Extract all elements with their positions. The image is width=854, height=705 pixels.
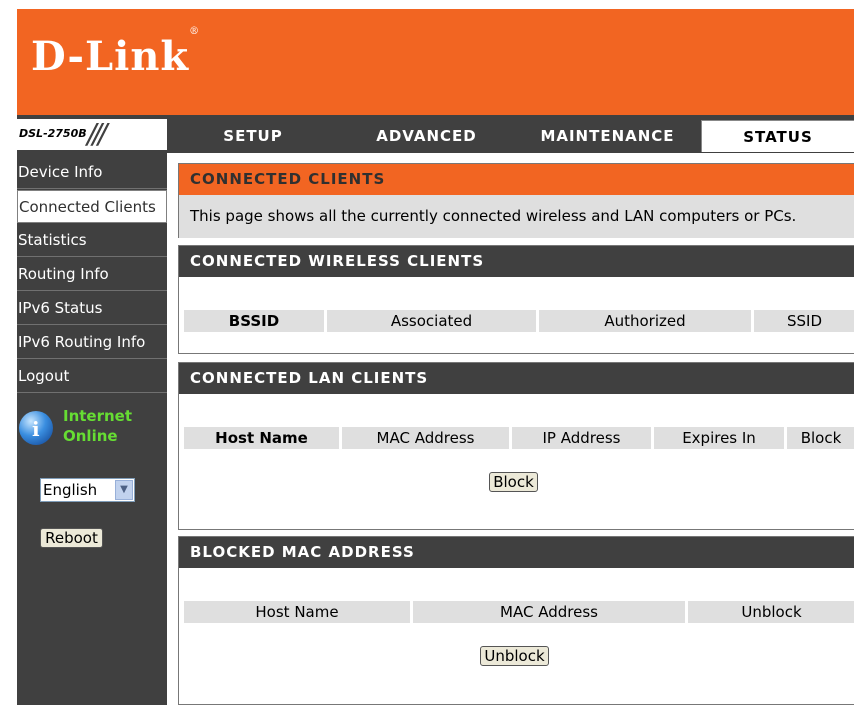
column-header-expires-in: Expires In (654, 427, 784, 449)
panel-title: BLOCKED MAC ADDRESS (179, 537, 854, 568)
sidebar-item-connected-clients[interactable]: Connected Clients (17, 190, 167, 223)
main-content: CONNECTED CLIENTS This page shows all th… (178, 153, 854, 705)
panel-title: CONNECTED CLIENTS (179, 164, 854, 195)
reboot-button[interactable]: Reboot (40, 528, 103, 548)
internet-globe-icon: i (19, 411, 53, 445)
page-description: This page shows all the currently connec… (190, 207, 797, 225)
column-header-unblock: Unblock (688, 601, 854, 623)
sidebar-item-ipv6-routing-info[interactable]: IPv6 Routing Info (17, 326, 167, 359)
sidebar-item-logout[interactable]: Logout (17, 360, 167, 393)
column-header-host-name: Host Name (184, 427, 339, 449)
sidebar-item-device-info[interactable]: Device Info (17, 156, 167, 189)
lan-clients-panel: CONNECTED LAN CLIENTS Host Name MAC Addr… (178, 362, 854, 530)
column-header-bssid: BSSID (184, 310, 324, 332)
sidebar-item-ipv6-status[interactable]: IPv6 Status (17, 292, 167, 325)
panel-title: CONNECTED WIRELESS CLIENTS (179, 246, 854, 277)
status-value: Online (63, 427, 118, 445)
slash-decoration-icon: /// (87, 117, 107, 150)
tab-setup[interactable]: SETUP (168, 120, 338, 152)
connected-clients-panel: CONNECTED CLIENTS This page shows all th… (178, 163, 854, 238)
dlink-logo: D-Link® (31, 25, 201, 80)
language-select[interactable]: English ▼ (40, 478, 135, 502)
column-header-block: Block (787, 427, 854, 449)
panel-title: CONNECTED LAN CLIENTS (179, 363, 854, 394)
status-label: Internet (63, 407, 133, 425)
tab-status[interactable]: STATUS (701, 120, 854, 152)
column-header-mac-address: MAC Address (413, 601, 685, 623)
sidebar-item-routing-info[interactable]: Routing Info (17, 258, 167, 291)
language-value: English (43, 481, 98, 499)
column-header-mac-address: MAC Address (342, 427, 509, 449)
sidebar-item-statistics[interactable]: Statistics (17, 224, 167, 257)
column-header-associated: Associated (327, 310, 536, 332)
sidebar: Device Info Connected Clients Statistics… (17, 153, 167, 705)
description-band: This page shows all the currently connec… (179, 195, 854, 238)
model-badge: DSL-2750B /// (17, 117, 167, 150)
unblock-button[interactable]: Unblock (480, 646, 549, 666)
model-label: DSL-2750B (19, 127, 87, 140)
blocked-mac-panel: BLOCKED MAC ADDRESS Host Name MAC Addres… (178, 536, 854, 705)
column-header-ssid: SSID (754, 310, 854, 332)
block-button[interactable]: Block (489, 472, 538, 492)
header-banner: D-Link® (17, 9, 854, 115)
chevron-down-icon[interactable]: ▼ (115, 480, 133, 500)
tab-maintenance[interactable]: MAINTENANCE (515, 120, 700, 152)
column-header-host-name: Host Name (184, 601, 410, 623)
internet-status: i Internet Online (19, 407, 149, 453)
column-header-authorized: Authorized (539, 310, 751, 332)
tab-advanced[interactable]: ADVANCED (339, 120, 514, 152)
column-header-ip-address: IP Address (512, 427, 651, 449)
wireless-clients-panel: CONNECTED WIRELESS CLIENTS BSSID Associa… (178, 245, 854, 354)
top-nav: DSL-2750B /// SETUP ADVANCED MAINTENANCE… (17, 115, 854, 153)
